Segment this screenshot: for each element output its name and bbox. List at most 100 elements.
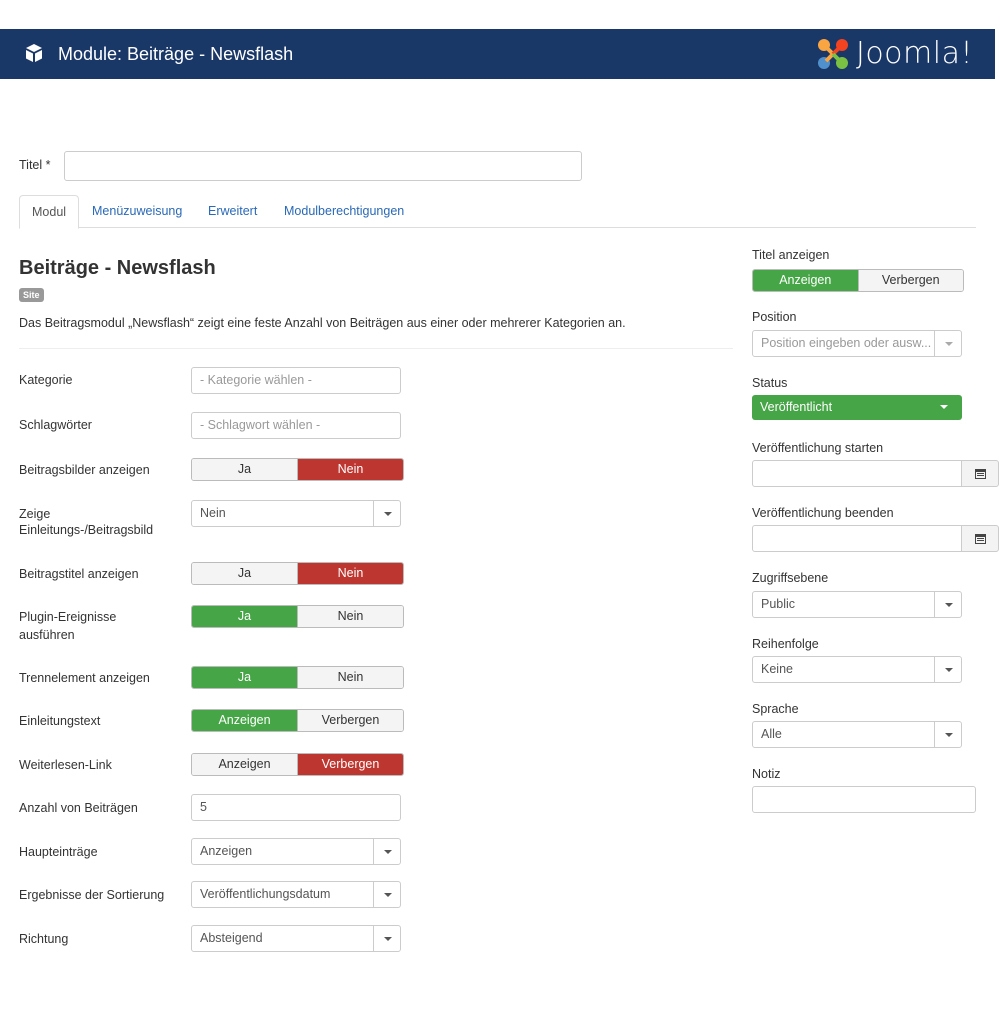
module-description: Das Beitragsmodul „Newsflash“ zeigt eine… (19, 316, 626, 330)
titel-anzeigen-label: Titel anzeigen (752, 248, 830, 262)
caret-down-icon (945, 668, 953, 672)
reihenfolge-value: Keine (761, 662, 793, 676)
module-heading: Beiträge - Newsflash (19, 257, 216, 279)
titel-anzeigen-toggle: Anzeigen Verbergen (752, 269, 964, 292)
joomla-logo: Joomla! (816, 37, 973, 71)
beitragsbilder-label: Beitragsbilder anzeigen (19, 463, 150, 477)
beitragstitel-ja[interactable]: Ja (192, 563, 297, 584)
einleitungstext-verbergen[interactable]: Verbergen (297, 710, 403, 731)
beitragsbilder-toggle: Ja Nein (191, 458, 404, 481)
page-header: Module: Beiträge - Newsflash Joomla! (0, 29, 995, 79)
trennelement-label: Trennelement anzeigen (19, 671, 150, 685)
caret-down-icon (945, 603, 953, 607)
zugriff-value: Public (761, 597, 796, 611)
tab-erweitert[interactable]: Erweitert (196, 195, 269, 228)
haupteintraege-caret (373, 839, 400, 864)
einleitungsbild-value: Nein (200, 506, 226, 520)
caret-down-icon (384, 850, 392, 854)
reihenfolge-select[interactable]: Keine (752, 656, 962, 683)
reihenfolge-caret (934, 657, 961, 682)
caret-down-icon (384, 937, 392, 941)
reihenfolge-label: Reihenfolge (752, 637, 819, 651)
joomla-logo-icon (817, 39, 848, 69)
caret-down-icon (945, 733, 953, 737)
richtung-caret (373, 926, 400, 951)
sprache-label: Sprache (752, 702, 799, 716)
weiterlesen-toggle: Anzeigen Verbergen (191, 753, 404, 776)
zugriff-label: Zugriffsebene (752, 571, 829, 585)
einleitungsbild-label-2: Einleitungs-/Beitragsbild (19, 523, 154, 537)
schlagwoerter-select[interactable]: - Schlagwort wählen - (191, 412, 401, 439)
plugin-nein[interactable]: Nein (297, 606, 403, 627)
publish-down-label: Veröffentlichung beenden (752, 506, 894, 520)
sprache-select[interactable]: Alle (752, 721, 962, 748)
haupteintraege-select[interactable]: Anzeigen (191, 838, 401, 865)
titel-anzeigen-verbergen[interactable]: Verbergen (857, 270, 963, 291)
titel-anzeigen-anzeigen[interactable]: Anzeigen (753, 270, 858, 291)
einleitungsbild-label-1: Zeige (19, 507, 51, 521)
richtung-select[interactable]: Absteigend (191, 925, 401, 952)
richtung-value: Absteigend (200, 931, 263, 945)
position-label: Position (752, 310, 797, 324)
beitragsbilder-ja[interactable]: Ja (192, 459, 297, 480)
notiz-label: Notiz (752, 767, 781, 781)
caret-down-icon (945, 342, 953, 346)
plugin-toggle: Ja Nein (191, 605, 404, 628)
position-select[interactable]: Position eingeben oder ausw... (752, 330, 962, 357)
sprache-caret (934, 722, 961, 747)
position-caret (934, 331, 961, 356)
einleitungstext-toggle: Anzeigen Verbergen (191, 709, 404, 732)
kategorie-select[interactable]: - Kategorie wählen - (191, 367, 401, 394)
title-label: Titel * (19, 158, 51, 172)
einleitungsbild-select[interactable]: Nein (191, 500, 401, 527)
notiz-input[interactable] (752, 786, 976, 813)
beitragstitel-nein[interactable]: Nein (297, 563, 403, 584)
publish-down-input[interactable] (752, 525, 962, 552)
beitragstitel-label: Beitragstitel anzeigen (19, 567, 139, 581)
anzahl-input[interactable]: 5 (191, 794, 401, 821)
status-label: Status (752, 376, 788, 390)
sortierung-caret (373, 882, 400, 907)
trennelement-nein[interactable]: Nein (297, 667, 403, 688)
trennelement-toggle: Ja Nein (191, 666, 404, 689)
anzahl-label: Anzahl von Beiträgen (19, 801, 138, 815)
tab-modulberechtigungen[interactable]: Modulberechtigungen (272, 195, 416, 228)
sprache-value: Alle (761, 727, 782, 741)
weiterlesen-verbergen[interactable]: Verbergen (297, 754, 403, 775)
calendar-icon (975, 534, 986, 544)
caret-down-icon (384, 893, 392, 897)
plugin-label-2: ausführen (19, 628, 75, 642)
einleitungstext-anzeigen[interactable]: Anzeigen (192, 710, 297, 731)
tab-menuezuweisung[interactable]: Menüzuweisung (80, 195, 194, 228)
beitragstitel-toggle: Ja Nein (191, 562, 404, 585)
caret-down-icon (940, 405, 948, 409)
haupteintraege-value: Anzeigen (200, 844, 253, 858)
page-title: Module: Beiträge - Newsflash (58, 44, 294, 64)
status-select[interactable]: Veröffentlicht (752, 395, 962, 420)
publish-up-label: Veröffentlichung starten (752, 441, 884, 455)
tab-modul[interactable]: Modul (19, 195, 80, 229)
status-value: Veröffentlicht (760, 400, 833, 414)
publish-up-input[interactable] (752, 460, 962, 487)
schlagwoerter-label: Schlagwörter (19, 418, 92, 432)
calendar-icon (975, 469, 986, 479)
weiterlesen-anzeigen[interactable]: Anzeigen (192, 754, 297, 775)
module-cube-icon (26, 44, 42, 62)
kategorie-placeholder: - Kategorie wählen - (200, 373, 312, 387)
zugriff-select[interactable]: Public (752, 591, 962, 618)
sortierung-value: Veröffentlichungsdatum (200, 887, 331, 901)
caret-down-icon (384, 512, 392, 516)
beitragsbilder-nein[interactable]: Nein (297, 459, 403, 480)
plugin-label-1: Plugin-Ereignisse (19, 610, 117, 624)
haupteintraege-label: Haupteinträge (19, 845, 98, 859)
trennelement-ja[interactable]: Ja (192, 667, 297, 688)
publish-up-calendar-button[interactable] (961, 460, 999, 487)
sortierung-select[interactable]: Veröffentlichungsdatum (191, 881, 401, 908)
position-placeholder: Position eingeben oder ausw... (761, 336, 932, 350)
plugin-ja[interactable]: Ja (192, 606, 297, 627)
title-input[interactable] (64, 151, 582, 181)
anzahl-value: 5 (200, 800, 207, 814)
richtung-label: Richtung (19, 932, 69, 946)
schlagwoerter-placeholder: - Schlagwort wählen - (200, 418, 321, 432)
publish-down-calendar-button[interactable] (961, 525, 999, 552)
